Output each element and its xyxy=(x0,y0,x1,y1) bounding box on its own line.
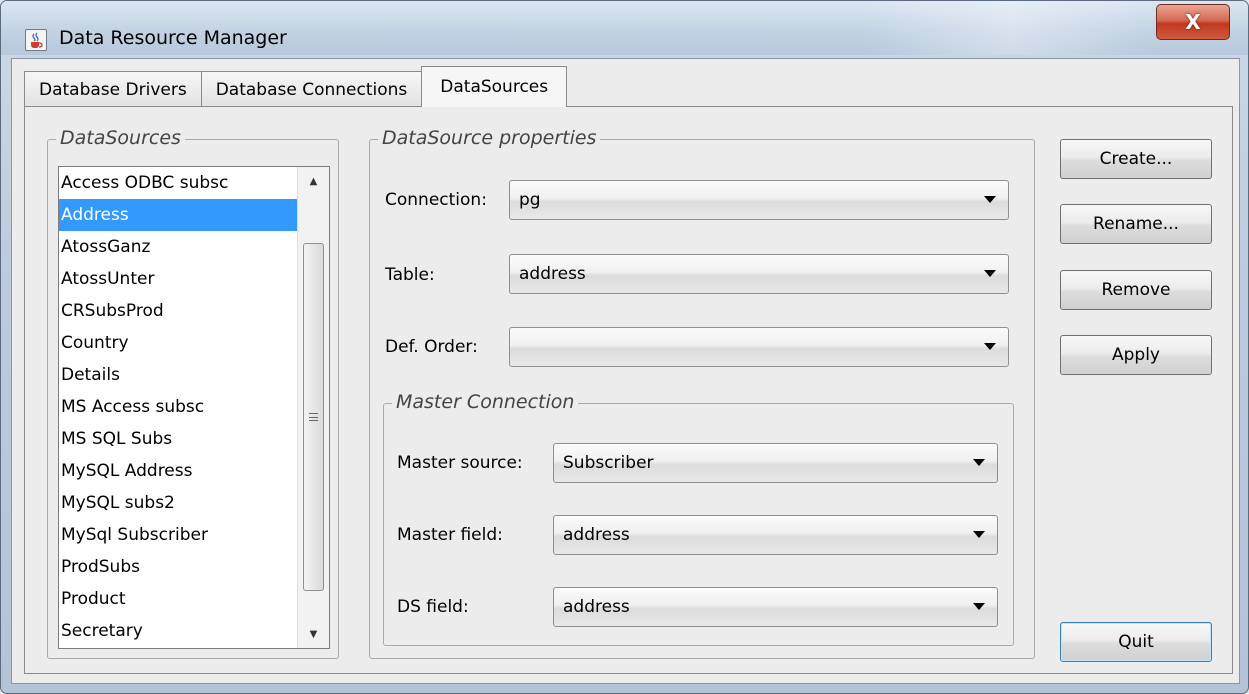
scroll-thumb[interactable] xyxy=(303,243,324,591)
chevron-down-icon xyxy=(984,343,996,350)
scroll-up-icon[interactable]: ▲ xyxy=(298,167,329,195)
tab-strip: Database Drivers Database Connections Da… xyxy=(24,66,568,107)
order-label: Def. Order: xyxy=(385,337,478,357)
table-value: address xyxy=(519,264,586,284)
close-button[interactable]: X xyxy=(1156,4,1230,40)
remove-button[interactable]: Remove xyxy=(1060,270,1212,310)
list-item[interactable]: MS Access subsc xyxy=(59,391,298,423)
rename-button[interactable]: Rename... xyxy=(1060,204,1212,244)
list-scrollbar[interactable]: ▲ ▼ xyxy=(297,167,329,648)
list-item[interactable]: MySQL subs2 xyxy=(59,487,298,519)
list-item[interactable]: MS SQL Subs xyxy=(59,423,298,455)
list-item-selected[interactable]: Address xyxy=(59,199,298,231)
table-combo[interactable]: address xyxy=(509,254,1009,294)
master-field-value: address xyxy=(563,525,630,545)
list-item[interactable]: Product xyxy=(59,583,298,615)
connection-combo[interactable]: pg xyxy=(509,180,1009,220)
close-icon: X xyxy=(1185,10,1201,34)
datasources-group-title: DataSources xyxy=(56,127,185,149)
order-combo[interactable] xyxy=(509,327,1009,367)
list-item[interactable]: AtossUnter xyxy=(59,263,298,295)
tab-database-connections[interactable]: Database Connections xyxy=(200,71,423,107)
properties-group: DataSource properties Connection: pg Tab… xyxy=(369,127,1035,659)
list-item[interactable]: MySql Subscriber xyxy=(59,519,298,551)
table-label: Table: xyxy=(385,265,435,285)
datasources-panel: DataSources Access ODBC subsc Address At… xyxy=(24,106,1233,674)
connection-label: Connection: xyxy=(385,190,487,210)
master-source-label: Master source: xyxy=(397,453,523,473)
grip-icon xyxy=(309,413,318,421)
master-connection-group: Master Connection Master source: Subscri… xyxy=(383,391,1014,646)
master-source-value: Subscriber xyxy=(563,453,654,473)
list-items: Access ODBC subsc Address AtossGanz Atos… xyxy=(59,167,329,647)
master-source-combo[interactable]: Subscriber xyxy=(553,443,998,483)
list-item[interactable]: AtossGanz xyxy=(59,231,298,263)
datasources-group: DataSources Access ODBC subsc Address At… xyxy=(47,127,339,659)
chevron-down-icon xyxy=(984,270,996,277)
list-item[interactable]: Country xyxy=(59,327,298,359)
quit-button[interactable]: Quit xyxy=(1060,622,1212,662)
create-button[interactable]: Create... xyxy=(1060,139,1212,179)
list-item[interactable]: Secretary xyxy=(59,615,298,647)
connection-value: pg xyxy=(519,190,541,210)
title-bar[interactable]: Data Resource Manager X xyxy=(1,1,1248,55)
chevron-down-icon xyxy=(984,196,996,203)
ds-field-label: DS field: xyxy=(397,597,469,617)
client-area: Database Drivers Database Connections Da… xyxy=(11,58,1240,684)
list-item[interactable]: CRSubsProd xyxy=(59,295,298,327)
tab-database-drivers[interactable]: Database Drivers xyxy=(24,71,202,107)
window-title: Data Resource Manager xyxy=(59,27,287,49)
chevron-down-icon xyxy=(973,531,985,538)
chevron-down-icon xyxy=(973,603,985,610)
list-item[interactable]: Details xyxy=(59,359,298,391)
ds-field-combo[interactable]: address xyxy=(553,587,998,627)
master-field-combo[interactable]: address xyxy=(553,515,998,555)
list-item[interactable]: Access ODBC subsc xyxy=(59,167,298,199)
list-item[interactable]: ProdSubs xyxy=(59,551,298,583)
window: Data Resource Manager X Database Drivers… xyxy=(0,0,1249,694)
properties-group-title: DataSource properties xyxy=(378,127,601,149)
scroll-down-icon[interactable]: ▼ xyxy=(298,620,329,648)
tab-datasources[interactable]: DataSources xyxy=(421,66,568,107)
list-item[interactable]: MySQL Address xyxy=(59,455,298,487)
datasources-list[interactable]: Access ODBC subsc Address AtossGanz Atos… xyxy=(58,166,330,649)
java-cup-icon[interactable] xyxy=(25,29,47,51)
master-connection-group-title: Master Connection xyxy=(392,391,579,413)
apply-button[interactable]: Apply xyxy=(1060,335,1212,375)
master-field-label: Master field: xyxy=(397,525,503,545)
chevron-down-icon xyxy=(973,459,985,466)
ds-field-value: address xyxy=(563,597,630,617)
